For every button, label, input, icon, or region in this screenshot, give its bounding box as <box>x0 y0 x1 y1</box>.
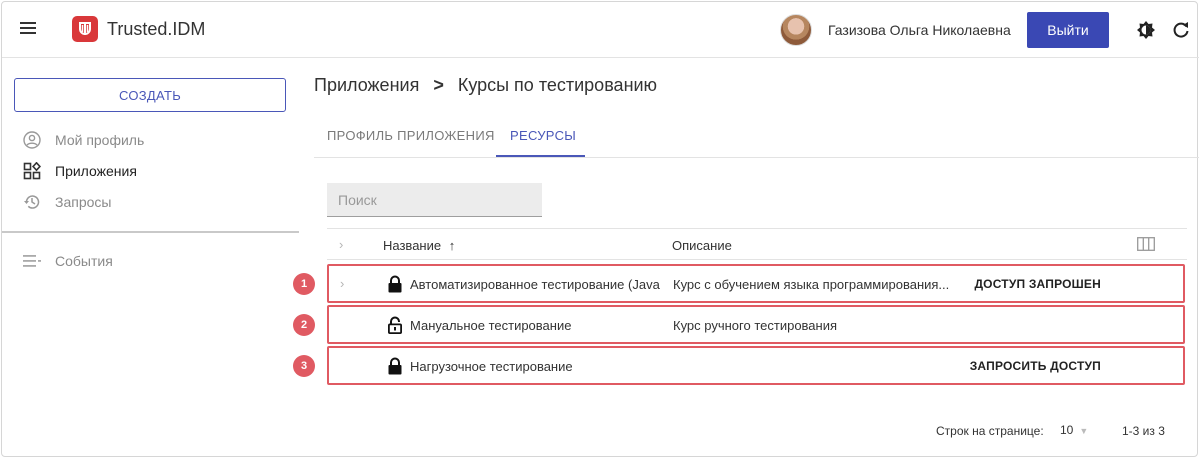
sidebar-item-label: Мой профиль <box>55 132 145 148</box>
rows-per-page-value: 10 <box>1060 423 1074 437</box>
breadcrumb-parent[interactable]: Приложения <box>314 75 419 96</box>
breadcrumb-separator: > <box>433 75 444 95</box>
table-header: › Название ↑ Описание <box>327 228 1187 260</box>
lock-open-icon <box>387 316 403 334</box>
pagination-range: 1-3 из 3 <box>1122 424 1165 438</box>
sidebar-item-label: Приложения <box>55 163 137 179</box>
theme-toggle-icon[interactable] <box>1136 20 1156 40</box>
app-logo <box>72 16 98 42</box>
rows-per-page-label: Строк на странице: <box>936 424 1044 438</box>
top-bar: Trusted.IDM Газизова Ольга Николаевна Вы… <box>2 2 1199 58</box>
expand-row-chevron-icon[interactable]: › <box>340 276 344 291</box>
account-circle-icon <box>22 130 42 150</box>
search-input[interactable] <box>327 183 542 217</box>
sidebar-item-applications[interactable]: Приложения <box>22 160 137 182</box>
breadcrumb-current: Курсы по тестированию <box>457 75 658 95</box>
sidebar-item-profile[interactable]: Мой профиль <box>22 129 144 151</box>
resource-name: Нагрузочное тестирование <box>410 359 573 374</box>
column-header-name[interactable]: Название ↑ <box>383 238 455 253</box>
avatar[interactable] <box>780 14 812 46</box>
sidebar-item-events[interactable]: События <box>22 250 113 272</box>
apps-grid-icon <box>22 161 42 181</box>
logout-button[interactable]: Выйти <box>1027 12 1109 48</box>
column-header-description[interactable]: Описание <box>672 238 732 253</box>
row-number-badge: 2 <box>293 314 315 336</box>
user-name: Газизова Ольга Николаевна <box>828 22 1011 38</box>
dropdown-arrow-icon: ▼ <box>1079 426 1089 436</box>
resource-description: Курс ручного тестирования <box>673 318 838 333</box>
sidebar-divider <box>2 231 299 233</box>
row-number-badge: 3 <box>293 355 315 377</box>
sidebar-item-requests[interactable]: Запросы <box>22 191 111 213</box>
resource-name: Мануальное тестирование <box>410 318 572 333</box>
rows-per-page-select[interactable]: 10 ▼ <box>1060 423 1088 437</box>
breadcrumb: Приложения > Курсы по тестированию <box>314 75 657 96</box>
refresh-icon[interactable] <box>1171 20 1191 40</box>
row-number-badge: 1 <box>293 273 315 295</box>
resource-description: Курс с обучением языка программирования.… <box>673 277 950 292</box>
sidebar-item-label: События <box>55 253 113 269</box>
table-row[interactable]: Мануальное тестирование Курс ручного тес… <box>327 305 1185 344</box>
request-access-button[interactable]: ЗАПРОСИТЬ ДОСТУП <box>970 359 1101 373</box>
sidebar-item-label: Запросы <box>55 194 112 210</box>
column-header-name-label: Название <box>383 238 442 253</box>
table-row[interactable]: Нагрузочное тестирование ЗАПРОСИТЬ ДОСТУ… <box>327 346 1185 385</box>
expand-all-chevron-icon[interactable]: › <box>339 237 343 252</box>
lock-icon <box>387 357 403 375</box>
tab-resources[interactable]: РЕСУРСЫ <box>510 128 576 143</box>
app-title: Trusted.IDM <box>107 19 206 39</box>
table-row[interactable]: › Автоматизированное тестирование (Java … <box>327 264 1185 303</box>
history-icon <box>22 192 42 212</box>
list-icon <box>22 251 42 271</box>
app-window: Trusted.IDM Газизова Ольга Николаевна Вы… <box>1 1 1199 457</box>
lock-icon <box>387 275 403 293</box>
menu-icon[interactable] <box>17 19 39 41</box>
sort-arrow-icon: ↑ <box>448 238 456 253</box>
resource-name: Автоматизированное тестирование (Java <box>410 277 660 292</box>
tabs-divider <box>314 157 1199 158</box>
create-button[interactable]: СОЗДАТЬ <box>14 78 286 112</box>
tab-app-profile[interactable]: ПРОФИЛЬ ПРИЛОЖЕНИЯ <box>327 128 495 143</box>
columns-icon[interactable] <box>1137 237 1155 251</box>
access-requested-status: ДОСТУП ЗАПРОШЕН <box>974 277 1101 291</box>
